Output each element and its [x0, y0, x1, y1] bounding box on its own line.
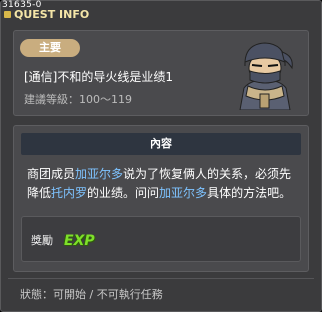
content-header: 內容 [21, 133, 301, 155]
divider [8, 278, 314, 279]
status-label: 狀態： [20, 288, 53, 301]
desc-segment: 的业绩。问问 [87, 186, 160, 200]
npc-portrait [239, 42, 293, 110]
quest-level-label: 建議等級： [24, 93, 79, 106]
quest-category-badge: 主要 [20, 39, 80, 57]
quest-level: 建議等級：100～119 [24, 91, 132, 107]
quest-description: 商团成员加亚尔多说为了恢复俩人的关系，必须先降低托内罗的业绩。问问加亚尔多具体的… [27, 165, 299, 203]
npc-name-link: 托内罗 [51, 186, 88, 200]
desc-segment: 具体的方法吧。 [207, 186, 292, 200]
quest-status: 狀態：可開始 / 不可執行任務 [20, 286, 163, 302]
quest-level-range: 100～119 [79, 93, 132, 106]
status-value: 可開始 / 不可執行任務 [53, 288, 163, 301]
npc-name-link: 加亚尔多 [75, 167, 124, 181]
title-bullet-icon [4, 11, 11, 18]
reward-panel [21, 216, 301, 262]
window-title: QUEST INFO [14, 8, 90, 21]
npc-name-link: 加亚尔多 [159, 186, 208, 200]
desc-segment: 商团成员 [27, 167, 76, 181]
quest-name: [通信]不和的导火线是业绩1 [24, 70, 173, 84]
exp-reward-icon[interactable]: EXP [64, 233, 95, 249]
reward-label: 獎勵 [31, 234, 53, 247]
